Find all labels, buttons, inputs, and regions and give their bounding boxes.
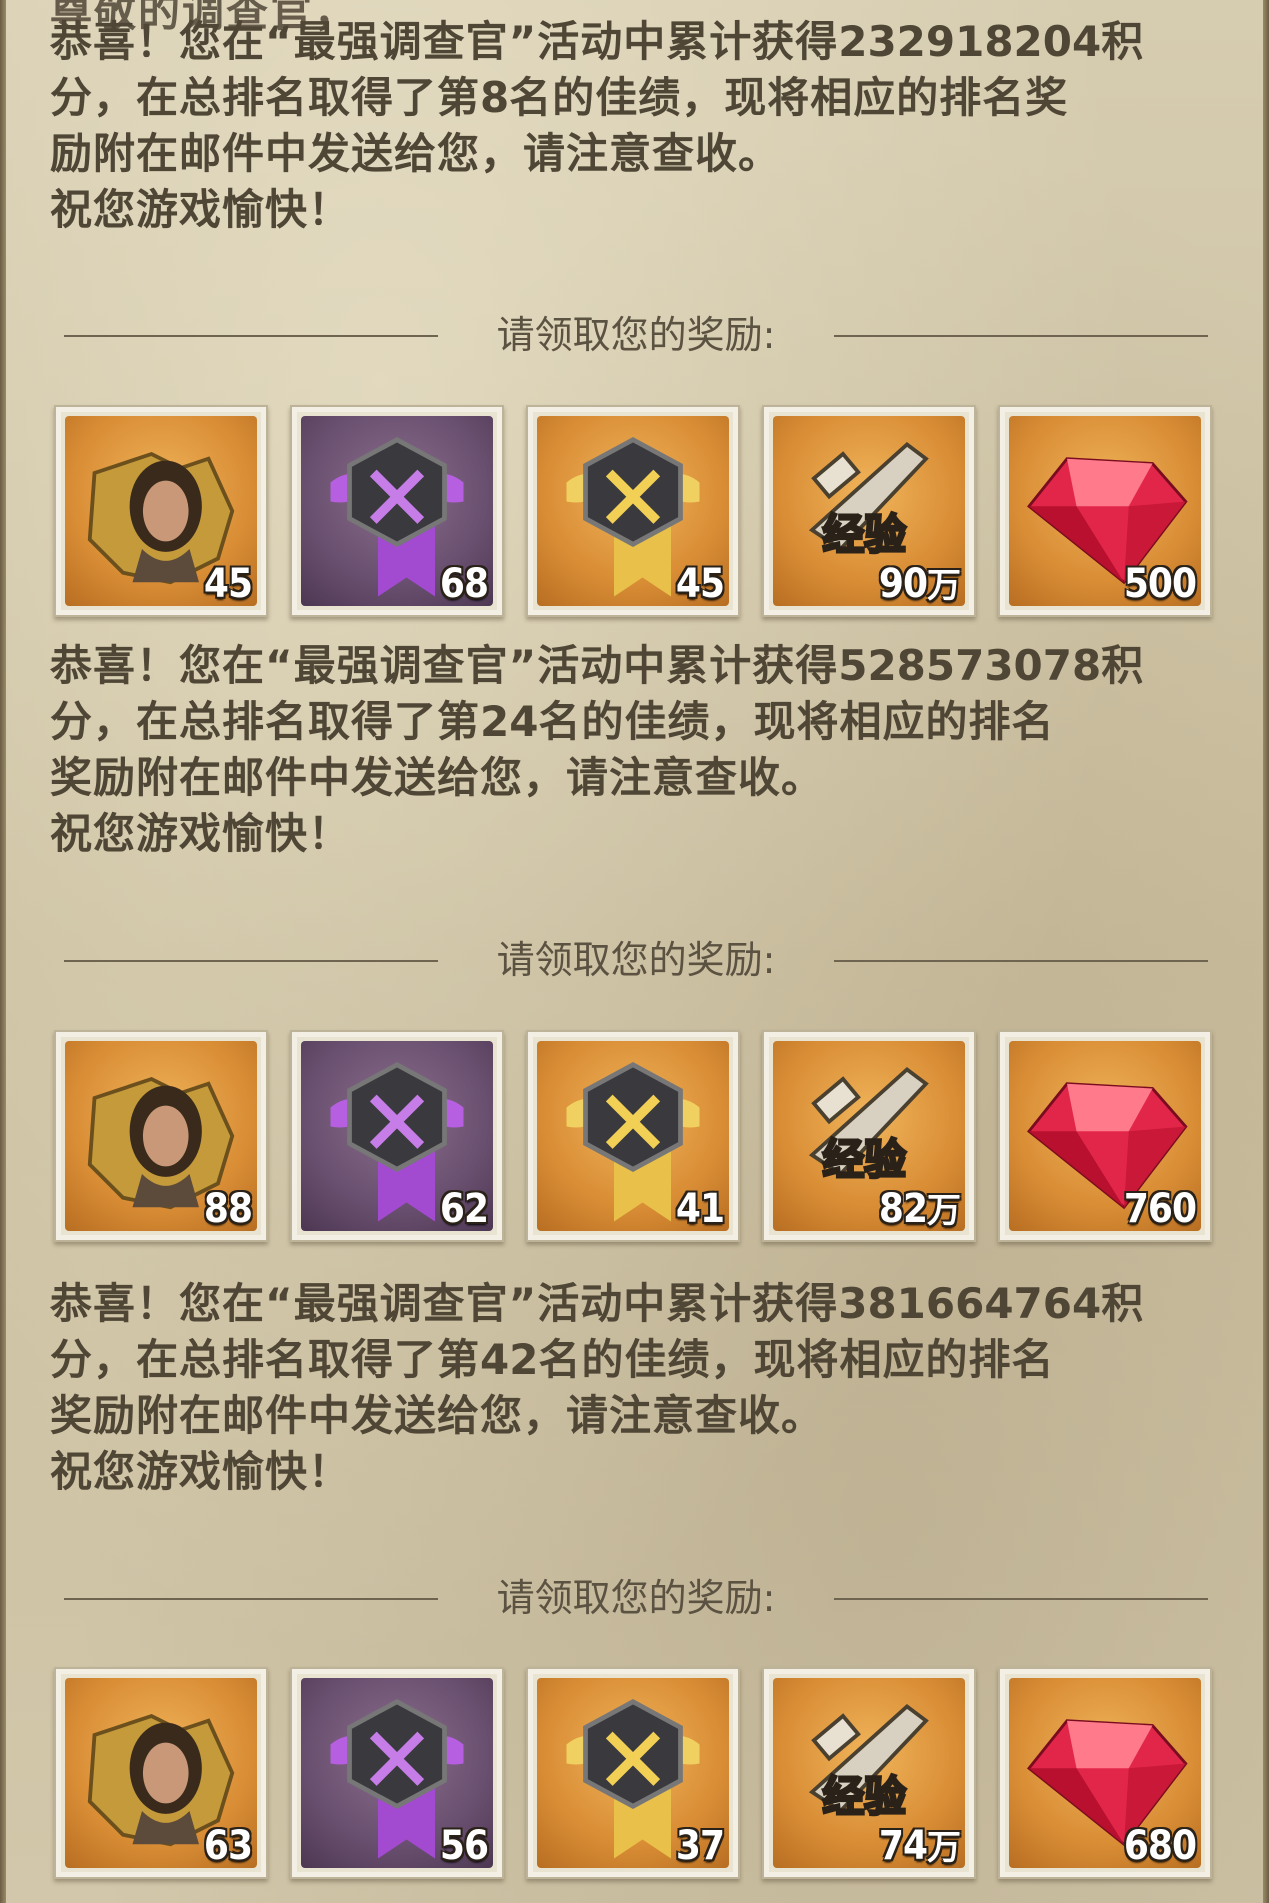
mail-line-3: 励附在邮件中发送给您，请注意查收。 <box>50 129 782 178</box>
reward-quantity: 62 <box>439 1186 489 1232</box>
reward-quantity: 41 <box>675 1186 725 1232</box>
reward-quantity: 56 <box>439 1823 489 1869</box>
reward-item-weapon-exp[interactable]: 经验 74万 <box>762 1667 976 1879</box>
reward-quantity: 90万 <box>878 561 961 607</box>
points-value: 528573078 <box>838 641 1102 690</box>
reward-quantity: 45 <box>203 561 253 607</box>
reward-quantity: 37 <box>675 1823 725 1869</box>
reward-row-2: 88 62 41 经验 82万 760 <box>54 1030 1224 1242</box>
reward-item-gold-weapon-badge[interactable]: 41 <box>526 1030 740 1242</box>
divider-line-right <box>834 960 1208 962</box>
mail-line-2: 分，在总排名取得了第24名的佳绩，现将相应的排名 <box>50 697 1055 746</box>
mail-line-3: 奖励附在邮件中发送给您，请注意查收。 <box>50 753 825 802</box>
svg-text:经验: 经验 <box>822 1772 906 1821</box>
svg-text:经验: 经验 <box>822 510 906 559</box>
reward-item-weapon-exp[interactable]: 经验 90万 <box>762 405 976 617</box>
reward-quantity: 74万 <box>878 1823 961 1869</box>
reward-item-ruby-gem[interactable]: 500 <box>998 405 1212 617</box>
rank-value: 24 <box>480 697 539 746</box>
reward-item-weapon-exp[interactable]: 经验 82万 <box>762 1030 976 1242</box>
rank-value: 8 <box>480 73 510 122</box>
reward-item-gold-weapon-badge[interactable]: 45 <box>526 405 740 617</box>
reward-quantity: 82万 <box>878 1186 961 1232</box>
reward-item-purple-weapon-badge[interactable]: 62 <box>290 1030 504 1242</box>
mail-body-2: 恭喜！您在“最强调查官”活动中累计获得528573078积 分，在总排名取得了第… <box>50 638 1230 862</box>
mail-closing: 祝您游戏愉快！ <box>50 809 352 858</box>
reward-quantity: 760 <box>1123 1186 1197 1232</box>
divider-line-right <box>834 1598 1208 1600</box>
reward-row-3: 63 56 37 经验 74万 680 <box>54 1667 1224 1879</box>
reward-quantity: 680 <box>1123 1823 1197 1869</box>
mail-body-1: 恭喜！您在“最强调查官”活动中累计获得232918204积 分，在总排名取得了第… <box>50 14 1230 238</box>
reward-item-character-fragment[interactable]: 88 <box>54 1030 268 1242</box>
reward-item-purple-weapon-badge[interactable]: 56 <box>290 1667 504 1879</box>
mail-line-3: 奖励附在邮件中发送给您，请注意查收。 <box>50 1391 825 1440</box>
points-value: 381664764 <box>838 1279 1102 1328</box>
reward-quantity: 45 <box>675 561 725 607</box>
mail-body-3: 恭喜！您在“最强调查官”活动中累计获得381664764积 分，在总排名取得了第… <box>50 1276 1230 1500</box>
reward-row-1: 45 68 45 经验 90万 500 <box>54 405 1224 617</box>
reward-item-character-fragment[interactable]: 63 <box>54 1667 268 1879</box>
reward-item-ruby-gem[interactable]: 760 <box>998 1030 1212 1242</box>
reward-item-ruby-gem[interactable]: 680 <box>998 1667 1212 1879</box>
reward-item-character-fragment[interactable]: 45 <box>54 405 268 617</box>
mail-line-2: 分，在总排名取得了第42名的佳绩，现将相应的排名 <box>50 1335 1055 1384</box>
reward-quantity: 68 <box>439 561 489 607</box>
mail-line-1: 恭喜！您在“最强调查官”活动中累计获得232918204积 <box>50 17 1145 66</box>
reward-divider-3: 请领取您的奖励: <box>64 1578 1208 1618</box>
mail-line-2: 分，在总排名取得了第8名的佳绩，现将相应的排名奖 <box>50 73 1069 122</box>
mail-closing: 祝您游戏愉快！ <box>50 1447 352 1496</box>
panel-right-edge <box>1263 0 1269 1903</box>
reward-divider-1: 请领取您的奖励: <box>64 315 1208 355</box>
points-value: 232918204 <box>838 17 1102 66</box>
reward-quantity: 88 <box>203 1186 253 1232</box>
mail-line-1: 恭喜！您在“最强调查官”活动中累计获得528573078积 <box>50 641 1145 690</box>
reward-item-gold-weapon-badge[interactable]: 37 <box>526 1667 740 1879</box>
panel-left-edge <box>0 0 6 1903</box>
svg-text:经验: 经验 <box>822 1135 906 1184</box>
reward-divider-2: 请领取您的奖励: <box>64 940 1208 980</box>
mail-line-1: 恭喜！您在“最强调查官”活动中累计获得381664764积 <box>50 1279 1145 1328</box>
reward-quantity: 500 <box>1123 561 1197 607</box>
mail-closing: 祝您游戏愉快！ <box>50 185 352 234</box>
reward-quantity: 63 <box>203 1823 253 1869</box>
divider-line-right <box>834 335 1208 337</box>
rank-value: 42 <box>480 1335 539 1384</box>
reward-item-purple-weapon-badge[interactable]: 68 <box>290 405 504 617</box>
